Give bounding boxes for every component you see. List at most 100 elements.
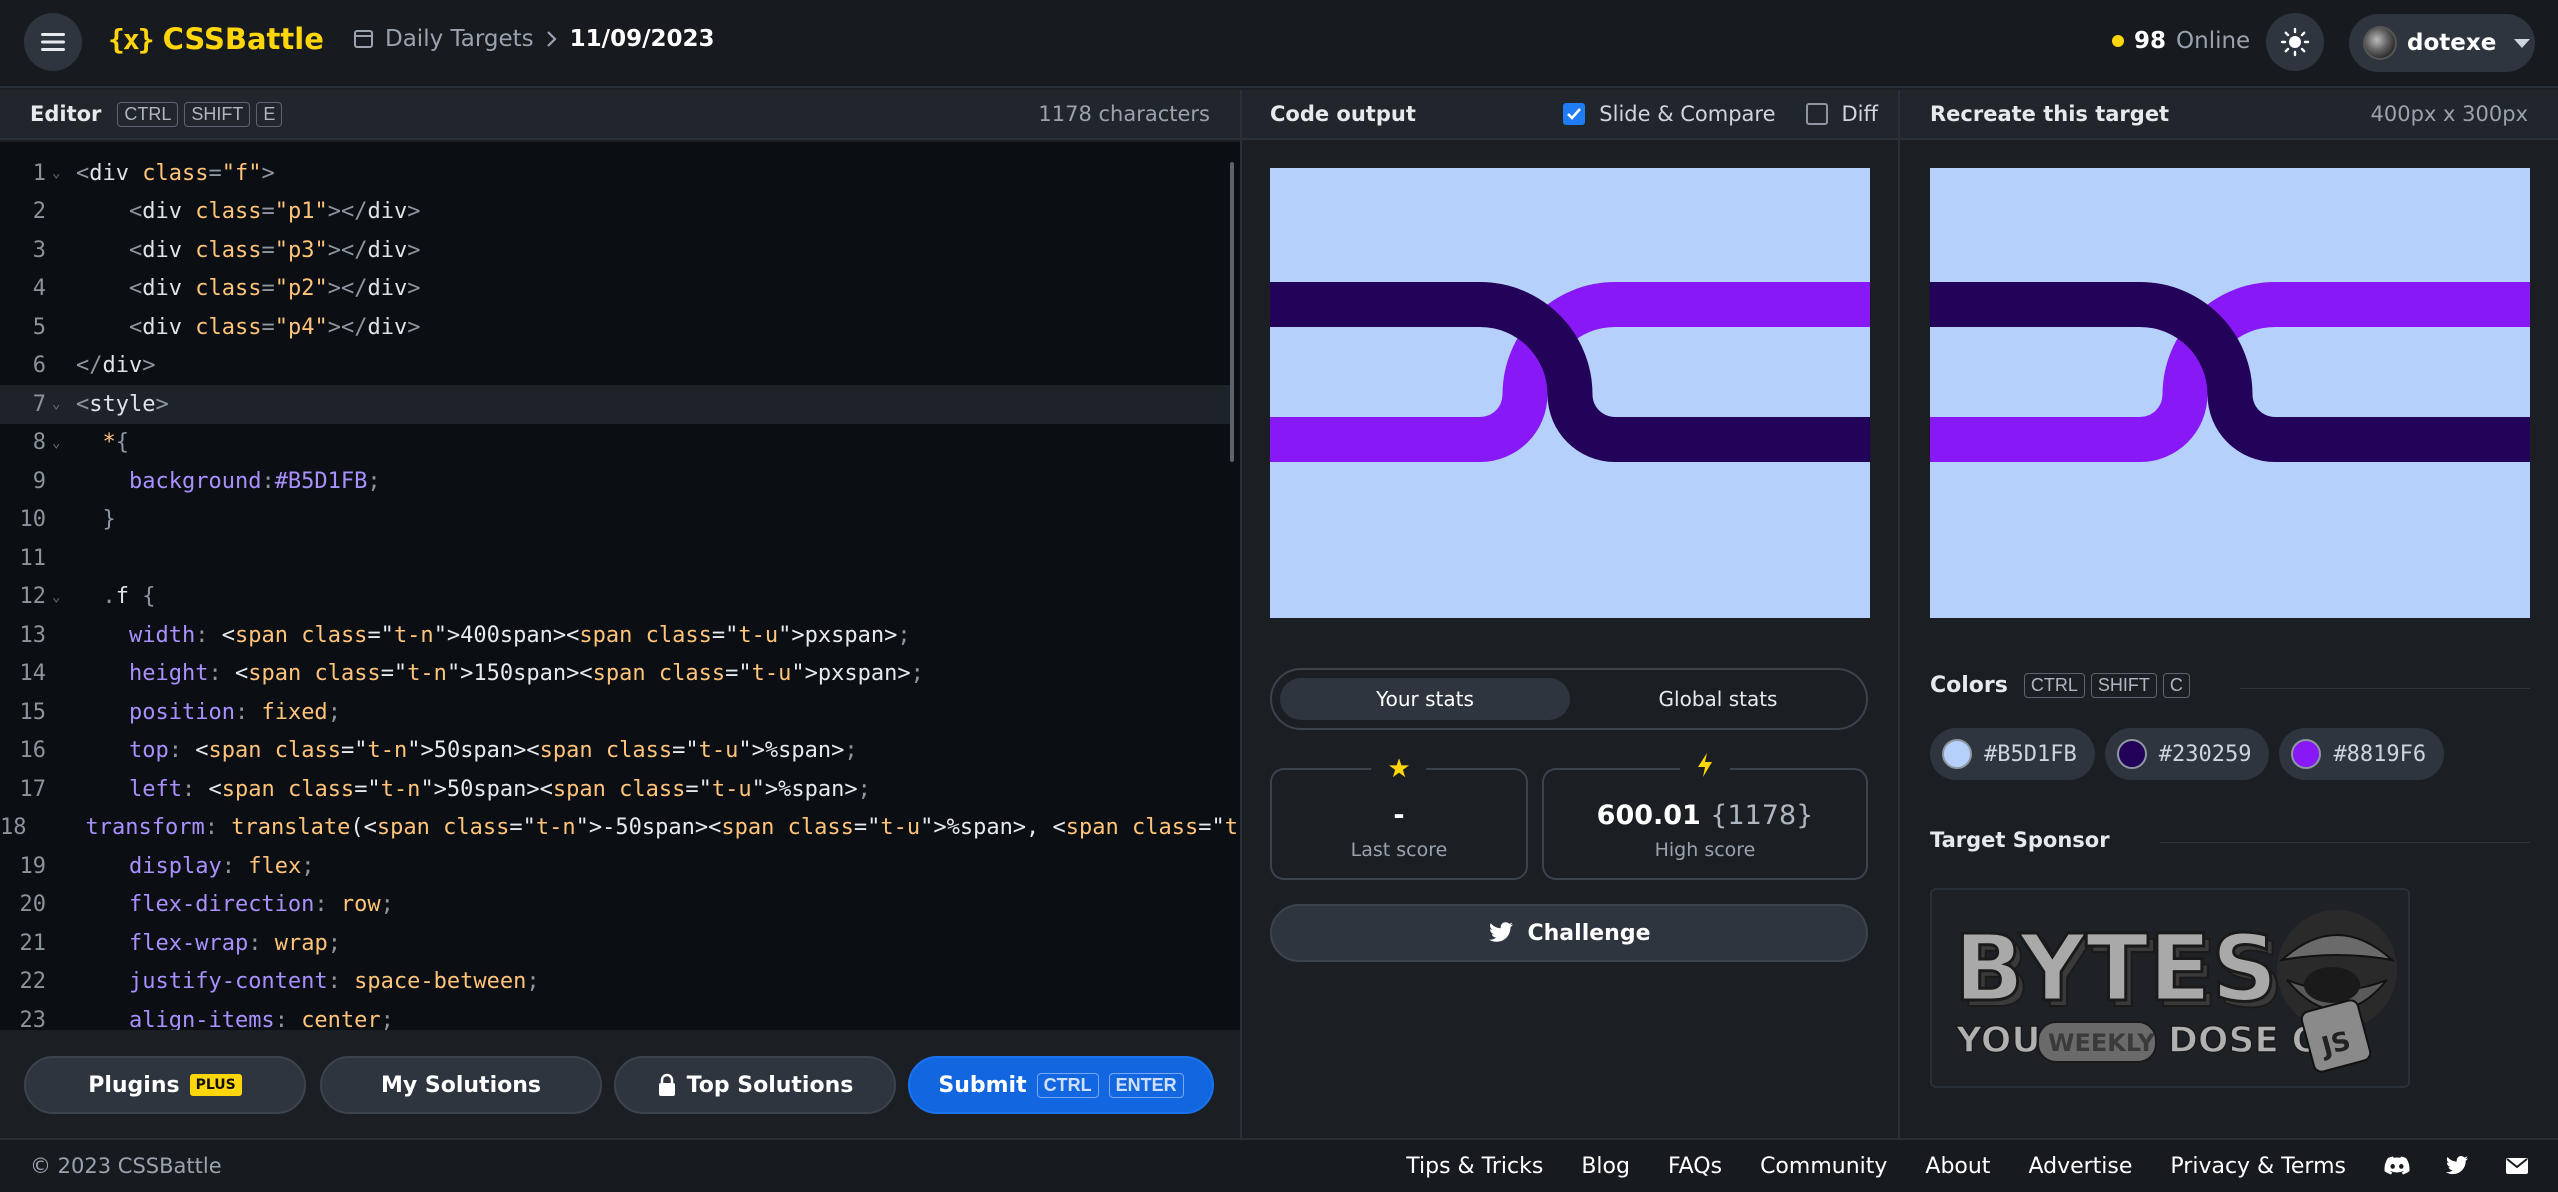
- slide-compare-label: Slide & Compare: [1599, 102, 1776, 126]
- footer-link-community[interactable]: Community: [1760, 1154, 1887, 1179]
- code-line[interactable]: 18 transform: translate(<span class="t-n…: [0, 809, 1240, 848]
- line-number: 4: [32, 276, 46, 302]
- output-render: [1270, 168, 1870, 618]
- footer-link-faqs[interactable]: FAQs: [1668, 1154, 1722, 1179]
- target-size: 400px x 300px: [2370, 102, 2528, 126]
- sun-icon: [2280, 27, 2310, 57]
- code-line[interactable]: 7 ⌄ <style>: [0, 385, 1230, 424]
- sponsor-banner[interactable]: BYTES BYTES YOUR WEEKLY DOSE OF JS: [1930, 888, 2410, 1088]
- code-text: align-items: center;: [128, 1007, 394, 1030]
- tab-your-stats[interactable]: Your stats: [1280, 678, 1570, 720]
- code-text: <div class="p2"></div>: [128, 276, 421, 302]
- top-solutions-button[interactable]: Top Solutions: [614, 1056, 896, 1114]
- fold-chevron-icon[interactable]: ⌄: [52, 396, 76, 412]
- submit-button[interactable]: Submit CTRL ENTER: [908, 1056, 1214, 1114]
- color-hex: #B5D1FB: [1984, 741, 2077, 767]
- twitter-icon[interactable]: [2444, 1153, 2470, 1179]
- my-solutions-button[interactable]: My Solutions: [320, 1056, 602, 1114]
- logo[interactable]: {x} CSSBattle: [108, 22, 324, 56]
- stats-toggle: Your stats Global stats: [1270, 668, 1868, 730]
- code-line[interactable]: 3 <div class="p3"></div>: [0, 231, 1230, 270]
- code-line[interactable]: 22 justify-content: space-between;: [0, 963, 1230, 1002]
- code-line[interactable]: 12 ⌄ .f {: [0, 578, 1230, 617]
- code-line[interactable]: 4 <div class="p2"></div>: [0, 270, 1230, 309]
- kbd-key: SHIFT: [2090, 673, 2157, 698]
- code-text: height: <span class="t-n">150span><span …: [128, 661, 924, 687]
- line-number: 19: [19, 853, 47, 879]
- color-swatch[interactable]: #B5D1FB: [1930, 728, 2095, 780]
- footer-link-privacy[interactable]: Privacy & Terms: [2170, 1154, 2346, 1179]
- color-swatch[interactable]: #8819F6: [2279, 728, 2445, 780]
- code-lines: 1 ⌄ <div class="f"> 2 <div class="p1"></div…: [0, 154, 1240, 1030]
- menu-button[interactable]: [24, 13, 82, 71]
- copyright: © 2023 CSSBattle: [30, 1154, 222, 1178]
- tab-global-stats[interactable]: Global stats: [1578, 678, 1858, 720]
- code-line[interactable]: 6 </div>: [0, 347, 1230, 386]
- kbd-key: CTRL: [1036, 1072, 1099, 1098]
- challenge-label: Challenge: [1527, 920, 1651, 946]
- code-text: width: <span class="t-n">400span><span c…: [128, 622, 911, 648]
- code-text: <div class="p4"></div>: [128, 314, 421, 340]
- code-line[interactable]: 14 height: <span class="t-n">150span><sp…: [0, 655, 1230, 694]
- code-text: <style>: [76, 391, 169, 417]
- code-line[interactable]: 20 flex-direction: row;: [0, 886, 1230, 925]
- line-number: 18: [0, 815, 27, 841]
- code-line[interactable]: 19 display: flex;: [0, 847, 1230, 886]
- code-line[interactable]: 10 }: [0, 501, 1230, 540]
- code-line[interactable]: 16 top: <span class="t-n">50span><span c…: [0, 732, 1230, 771]
- line-number: 11: [19, 545, 47, 571]
- fold-chevron-icon[interactable]: ⌄: [52, 589, 76, 605]
- mail-icon[interactable]: [2504, 1153, 2530, 1179]
- checkbox-checked-icon[interactable]: [1563, 103, 1586, 125]
- fold-chevron-icon[interactable]: ⌄: [52, 165, 76, 181]
- code-line[interactable]: 1 ⌄ <div class="f">: [0, 154, 1230, 193]
- last-score-label: Last score: [1350, 838, 1448, 861]
- code-text: <div class="p3"></div>: [128, 237, 421, 263]
- slide-compare-toggle[interactable]: Slide & Compare: [1563, 102, 1776, 126]
- code-line[interactable]: 23 align-items: center;: [0, 1001, 1230, 1030]
- plugins-label: Plugins: [88, 1072, 180, 1098]
- discord-icon[interactable]: [2384, 1153, 2410, 1179]
- breadcrumb: Daily Targets 11/09/2023: [354, 26, 714, 52]
- code-line[interactable]: 11: [0, 539, 1230, 578]
- kbd-key: CTRL: [2023, 673, 2085, 698]
- last-score-value: -: [1393, 799, 1405, 831]
- diff-toggle[interactable]: Diff: [1805, 102, 1878, 126]
- line-number: 15: [19, 699, 47, 725]
- breadcrumb-date: 11/09/2023: [569, 26, 715, 52]
- editor-scrollbar[interactable]: [1230, 162, 1234, 462]
- code-output-preview[interactable]: [1270, 168, 1870, 618]
- code-editor[interactable]: 1 ⌄ <div class="f"> 2 <div class="p1"></div…: [0, 142, 1240, 1030]
- twitter-icon: [1488, 922, 1513, 942]
- code-line[interactable]: 8 ⌄ *{: [0, 424, 1230, 463]
- online-dot-icon: [2112, 35, 2124, 47]
- breadcrumb-daily-targets[interactable]: Daily Targets: [385, 26, 534, 52]
- code-line[interactable]: 2 <div class="p1"></div>: [0, 193, 1230, 232]
- code-line[interactable]: 15 position: fixed;: [0, 693, 1230, 732]
- kbd-key: ENTER: [1108, 1072, 1184, 1098]
- last-score-card: ★ - Last score: [1270, 752, 1528, 880]
- user-menu-button[interactable]: dotexe: [2349, 14, 2535, 72]
- footer-links: Tips & Tricks Blog FAQs Community About …: [1406, 1140, 2558, 1192]
- plugins-button[interactable]: Plugins PLUS: [24, 1056, 306, 1114]
- theme-toggle-button[interactable]: [2266, 13, 2324, 71]
- footer-link-advertise[interactable]: Advertise: [2028, 1154, 2132, 1179]
- checkbox-unchecked-icon[interactable]: [1805, 103, 1828, 125]
- line-number: 9: [32, 468, 46, 494]
- line-number: 21: [19, 930, 47, 956]
- code-line[interactable]: 9 background:#B5D1FB;: [0, 462, 1230, 501]
- my-solutions-label: My Solutions: [381, 1072, 541, 1098]
- plus-badge: PLUS: [189, 1074, 242, 1096]
- code-line[interactable]: 21 flex-wrap: wrap;: [0, 924, 1230, 963]
- color-swatch[interactable]: #230259: [2104, 728, 2270, 780]
- footer-link-tips[interactable]: Tips & Tricks: [1406, 1154, 1543, 1179]
- code-line[interactable]: 13 width: <span class="t-n">400span><spa…: [0, 616, 1230, 655]
- footer-link-about[interactable]: About: [1925, 1154, 1990, 1179]
- footer-link-blog[interactable]: Blog: [1581, 1154, 1630, 1179]
- fold-chevron-icon[interactable]: ⌄: [52, 435, 76, 451]
- challenge-button[interactable]: Challenge: [1270, 904, 1868, 962]
- code-line[interactable]: 5 <div class="p4"></div>: [0, 308, 1230, 347]
- code-line[interactable]: 17 left: <span class="t-n">50span><span …: [0, 770, 1230, 809]
- high-score-chars: {1178}: [1710, 799, 1814, 831]
- line-number: 13: [19, 622, 47, 648]
